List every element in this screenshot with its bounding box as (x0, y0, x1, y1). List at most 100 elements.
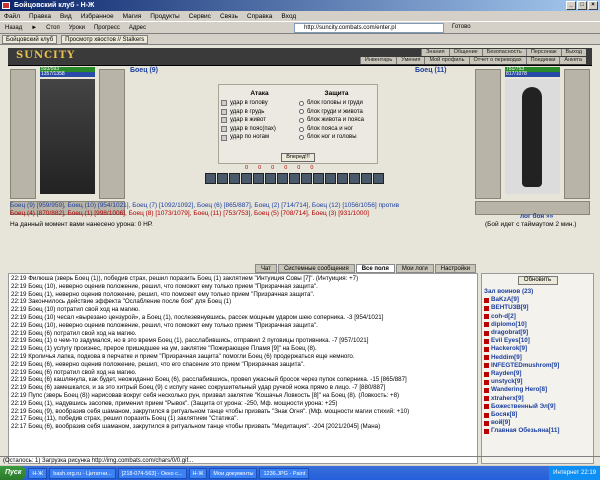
forward-attack-button[interactable]: Вперед!!! (281, 153, 315, 162)
ability-icon[interactable] (265, 172, 276, 184)
lessons-button[interactable]: Уроки (67, 24, 87, 32)
forward-button[interactable]: ► (29, 24, 39, 32)
nav-chat[interactable]: Общение (448, 49, 482, 56)
user-item[interactable]: BaKzA[9] (484, 296, 591, 304)
taskbar-item[interactable]: bash.org.ru - Цитатни... (49, 467, 116, 479)
close-button[interactable]: × (588, 1, 598, 10)
user-item[interactable]: Wandering Hero[8] (484, 386, 591, 394)
attack-checkbox[interactable] (221, 126, 227, 133)
defense-radio[interactable] (299, 100, 304, 106)
ability-icon[interactable] (241, 172, 252, 184)
user-item[interactable]: Hackerok[9] (484, 345, 591, 353)
taskbar-item[interactable]: [218-074-563] - Окно с... (117, 467, 187, 479)
taskbar-item[interactable]: Н-Ж (188, 467, 208, 479)
link-fight-club[interactable]: Бойцовский клуб (2, 34, 58, 44)
user-item[interactable]: INFEGTEDmushrom[9] (484, 362, 591, 370)
start-button[interactable]: Пуск (0, 466, 27, 480)
address-bar[interactable]: http://suncity.combats.com/enter.pl (294, 23, 444, 33)
ability-icon[interactable] (289, 172, 300, 184)
left-equipment-column[interactable] (10, 69, 36, 199)
menu-link[interactable]: Связь (220, 13, 238, 20)
defense-option[interactable]: блок ног и головы (299, 133, 379, 142)
attack-option[interactable]: удар в пояс(пах) (221, 125, 299, 134)
nav-knowledge[interactable]: Знания (421, 49, 449, 56)
progress-button[interactable]: Прогресс (92, 24, 122, 32)
attack-checkbox[interactable] (221, 117, 227, 124)
ability-icon[interactable] (325, 172, 336, 184)
menu-favorites[interactable]: Избранное (81, 13, 114, 20)
ability-icon[interactable] (301, 172, 312, 184)
nav-duels[interactable]: Поединки (525, 57, 560, 64)
stop-button[interactable]: Стоп (44, 24, 62, 32)
user-item[interactable]: dragobrat[9] (484, 329, 591, 337)
user-item[interactable]: Божественный Эл[9] (484, 403, 591, 411)
tab-my-logs[interactable]: Мои логи (395, 263, 434, 273)
tab-settings[interactable]: Настройки (434, 263, 477, 273)
menu-help[interactable]: Справка (247, 13, 273, 20)
ability-icon[interactable] (313, 172, 324, 184)
update-button[interactable]: Обновить (517, 276, 558, 285)
defense-option[interactable]: блок живота и пояса (299, 116, 379, 125)
ability-icon[interactable] (205, 172, 216, 184)
attack-option[interactable]: удар в живот (221, 116, 299, 125)
attack-option[interactable]: удар в грудь (221, 108, 299, 117)
menu-tools[interactable]: Сервис (189, 13, 211, 20)
left-fighter-name[interactable]: Боец (9) (130, 67, 158, 74)
user-item[interactable]: xtraherx[9] (484, 395, 591, 403)
attack-option[interactable]: удар в голову (221, 99, 299, 108)
menu-edit[interactable]: Правка (29, 13, 51, 20)
attack-checkbox[interactable] (221, 108, 227, 115)
user-item[interactable]: Evil Eyes[10] (484, 337, 591, 345)
user-item[interactable]: diplomo[10] (484, 321, 591, 329)
ability-icon[interactable] (373, 172, 384, 184)
attack-checkbox[interactable] (221, 100, 227, 107)
user-item[interactable]: Heddim[9] (484, 354, 591, 362)
nav-skills[interactable]: Умения (396, 57, 425, 64)
taskbar-item[interactable]: Мои документы (209, 467, 258, 479)
right-fighter-avatar[interactable] (505, 79, 560, 194)
defense-option[interactable]: блок головы и груди (299, 99, 379, 108)
taskbar-item[interactable]: 1236.JPG - Paint (259, 467, 310, 479)
ability-icon[interactable] (229, 172, 240, 184)
tab-system[interactable]: Системные сообщения (277, 263, 355, 273)
ability-icon[interactable] (217, 172, 228, 184)
user-item[interactable]: BEHTU3B[9] (484, 304, 591, 312)
user-item[interactable]: Главная Обезьяна[11] (484, 427, 591, 435)
attack-checkbox[interactable] (221, 134, 227, 141)
nav-character[interactable]: Персонаж (525, 49, 561, 56)
tab-all[interactable]: Все поля (355, 263, 395, 273)
menu-magic[interactable]: Магия (123, 13, 142, 20)
taskbar-item[interactable]: Н-Ж (28, 467, 48, 479)
menu-products[interactable]: Продукты (150, 13, 179, 20)
nav-inventory[interactable]: Инвентарь (359, 57, 397, 64)
defense-radio[interactable] (299, 117, 304, 123)
menu-view[interactable]: Вид (60, 13, 72, 20)
menu-file[interactable]: Файл (4, 13, 20, 20)
fight-log-link[interactable]: лог боя »» (520, 213, 553, 220)
defense-radio[interactable] (299, 109, 304, 115)
minimize-button[interactable]: _ (566, 1, 576, 10)
nav-anketa[interactable]: Анкета (559, 57, 586, 64)
user-item[interactable]: unstyck[9] (484, 378, 591, 386)
go-button[interactable]: Готово (450, 23, 473, 31)
link-stalkers[interactable]: Просмотр хвостов // Stalkers (61, 34, 149, 44)
defense-radio[interactable] (299, 135, 304, 141)
ability-icon[interactable] (337, 172, 348, 184)
ability-icon[interactable] (253, 172, 264, 184)
tab-chat[interactable]: Чат (255, 263, 277, 273)
back-button[interactable]: Назад (3, 24, 24, 32)
ability-icon[interactable] (277, 172, 288, 184)
attack-option[interactable]: удар по ногам (221, 133, 299, 142)
user-item[interactable]: coh-d[2] (484, 313, 591, 321)
nav-transfers[interactable]: Отчет о переводах (468, 57, 526, 64)
nav-security[interactable]: Безопасность (481, 49, 526, 56)
menu-login[interactable]: Вход (281, 13, 296, 20)
defense-option[interactable]: блок груди и живота (299, 108, 379, 117)
ability-icon[interactable] (349, 172, 360, 184)
maximize-button[interactable]: □ (577, 1, 587, 10)
right-fighter-name[interactable]: Боец (11) (415, 67, 447, 74)
left-fighter-avatar[interactable] (40, 79, 95, 194)
battle-log[interactable]: 22:19 Филюша (зверь Боец (1)), победив с… (8, 273, 478, 464)
user-item[interactable]: Rayden[9] (484, 370, 591, 378)
left-equipment-column-right[interactable] (99, 69, 125, 199)
